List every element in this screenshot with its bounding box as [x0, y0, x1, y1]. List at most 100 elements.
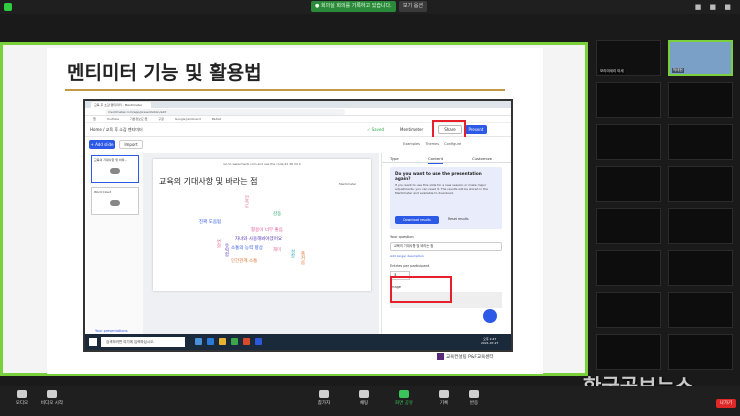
word-cloud-word: 활용이 너무 좋음 [251, 228, 283, 233]
import-button[interactable]: Import [119, 140, 143, 149]
control-label: 참가자 [317, 401, 331, 406]
highlight-box-download [390, 276, 452, 303]
slide-thumbnail[interactable]: Word Cloud [91, 187, 139, 215]
word-cloud-word: 진짜 도움됨 [199, 220, 222, 225]
participant-tile[interactable] [596, 124, 661, 160]
participant-tile[interactable]: 보라미세리 미세 [596, 40, 661, 76]
participant-tile[interactable] [668, 166, 733, 202]
chat-icon[interactable] [483, 309, 497, 323]
slide-canvas: Go to www.menti.com and use the code 22 … [143, 153, 379, 343]
participant-tile[interactable] [668, 292, 733, 328]
recording-badge[interactable]: ● 회의실 회의를 기록하고 있습니다. [311, 1, 396, 12]
slide-thumbnail[interactable]: 교육의 기대사항 및 바라... [91, 155, 139, 183]
slide-title: 멘티미터 기능 및 활용법 [67, 62, 262, 84]
window-controls[interactable]: ■ ■ ■ [695, 3, 734, 11]
control-icon [47, 390, 57, 398]
taskbar-search[interactable]: 검색하려면 여기에 입력하십시오. [101, 337, 185, 347]
control-button[interactable]: 채팅 [344, 390, 384, 406]
edge-icon[interactable] [207, 338, 214, 345]
participant-tile[interactable] [596, 292, 661, 328]
participant-tile[interactable] [596, 334, 661, 370]
your-presentations-link[interactable]: Your presentations [95, 329, 128, 333]
tab-content[interactable]: Content [428, 156, 444, 164]
word-cloud-word: 유익함 [224, 243, 229, 257]
url-field[interactable]: mentimeter.com/app/presentation/edit [105, 109, 345, 115]
cloud-icon [110, 200, 120, 206]
question-title: 교육의 기대사항 및 바라는 점 [159, 177, 258, 186]
browser-tabbar: 교육 후 소감 멘티미터 - Mentimeter [85, 101, 511, 108]
participant-tile[interactable] [596, 82, 661, 118]
tab-customize[interactable]: Customize [472, 156, 492, 161]
word-cloud-word: 즐거움 [300, 251, 305, 265]
screenshot-window: 교육 후 소감 멘티미터 - Mentimeter mentimeter.com… [83, 99, 513, 352]
word-cloud-word: 감동 [273, 212, 282, 217]
bookmark[interactable]: 기본정보요·앱 [130, 117, 148, 121]
participant-tile[interactable] [668, 334, 733, 370]
control-button[interactable]: 화면 공유 [384, 390, 424, 406]
join-instruction: Go to www.menti.com and use the code 22 … [223, 162, 301, 166]
participant-tile[interactable] [596, 250, 661, 286]
add-slide-button[interactable]: + Add slide [89, 140, 115, 149]
participant-tile[interactable] [596, 208, 661, 244]
word-cloud-word: 소통의 능력 향상 [231, 246, 263, 251]
control-button[interactable]: 참가자 [304, 390, 344, 406]
participant-tile[interactable]: 박태현 [668, 40, 733, 76]
control-button[interactable]: 반응 [454, 390, 494, 406]
zoom-top-bar: ● 회의실 회의를 기록하고 있습니다. 보기 옵션 ■ ■ ■ [0, 0, 740, 14]
org-logo-icon [437, 353, 444, 360]
title-divider [65, 89, 505, 91]
word-cloud-word: 변화 [216, 239, 221, 248]
control-label: 비디오 시작 [40, 401, 64, 406]
zoom-icon[interactable] [255, 338, 262, 345]
bookmark[interactable]: Google Jamboard [175, 117, 201, 121]
saved-status: ✓ Saved [367, 127, 384, 132]
question-label: Your question [390, 235, 414, 239]
toolbar-right-links[interactable]: Examples Themes Configure [403, 142, 461, 146]
word-cloud-word: 재미 [273, 248, 282, 253]
org-logo-text: 교육컨설팅 P&F교육센터 [446, 355, 494, 360]
control-icon [359, 390, 369, 398]
control-icon [319, 390, 329, 398]
participant-gallery: 보라미세리 미세 박태현 [596, 40, 740, 380]
chrome-icon[interactable] [231, 338, 238, 345]
org-logo: 교육컨설팅 P&F교육센터 [437, 353, 494, 360]
reset-results-button[interactable]: Reset results [448, 217, 469, 221]
control-icon [399, 390, 409, 398]
long-description-link[interactable]: Add longer description [390, 254, 424, 258]
menti-toolbar: + Add slide Import Examples Themes Confi… [85, 137, 511, 151]
tab-type[interactable]: Type [390, 156, 399, 161]
promo-body: If you want to use this slide for a new … [395, 183, 489, 195]
participant-tile[interactable] [668, 124, 733, 160]
participant-tile[interactable] [668, 82, 733, 118]
shield-icon[interactable] [4, 3, 12, 11]
participant-tile[interactable] [668, 250, 733, 286]
word-cloud-word: 성장 [290, 249, 295, 258]
bookmark[interactable]: YouTube [107, 117, 119, 121]
breadcrumb[interactable]: Home / 교육 후 소감 멘티미터 [90, 127, 143, 133]
view-options-button[interactable]: 보기 옵션 [399, 1, 427, 12]
present-button[interactable]: Present [465, 125, 487, 134]
powerpoint-icon[interactable] [243, 338, 250, 345]
browser-addressbar: mentimeter.com/app/presentation/edit [85, 108, 511, 116]
control-button[interactable]: 비디오 시작 [32, 390, 72, 406]
participant-tile[interactable] [596, 166, 661, 202]
question-input[interactable]: 교육의 기대사항 및 바라는 점 [390, 242, 502, 251]
windows-start-icon[interactable] [89, 338, 97, 346]
participant-tile[interactable] [668, 208, 733, 244]
bookmark[interactable]: Padlet [212, 117, 221, 121]
clock-date: 2021-07-27 [481, 341, 499, 345]
mentimeter-logo: Mentimeter [400, 127, 424, 132]
download-results-button[interactable]: Download results [395, 216, 439, 224]
control-icon [439, 390, 449, 398]
control-label: 반응 [469, 401, 479, 406]
slide-preview[interactable]: Go to www.menti.com and use the code 22 … [153, 159, 371, 291]
exit-meeting-button[interactable]: 나가기 [716, 399, 736, 408]
bookmark[interactable]: 구글 [158, 117, 164, 121]
bookmark[interactable]: 앱 [93, 117, 96, 121]
folder-icon[interactable] [219, 338, 226, 345]
taskview-icon[interactable] [195, 338, 202, 345]
taskbar-clock: 오후 2:47 2021-07-27 [481, 337, 498, 345]
windows-taskbar: 검색하려면 여기에 입력하십시오. 오후 2:47 2021-07-27 [85, 334, 511, 350]
zoom-controls-bar: 나가기 오디오 비디오 시작 참가자 채팅 화면 공유 기록 반응 [0, 386, 740, 416]
word-cloud-word: 자녀와 사용해봐야겠어요 [235, 237, 282, 242]
